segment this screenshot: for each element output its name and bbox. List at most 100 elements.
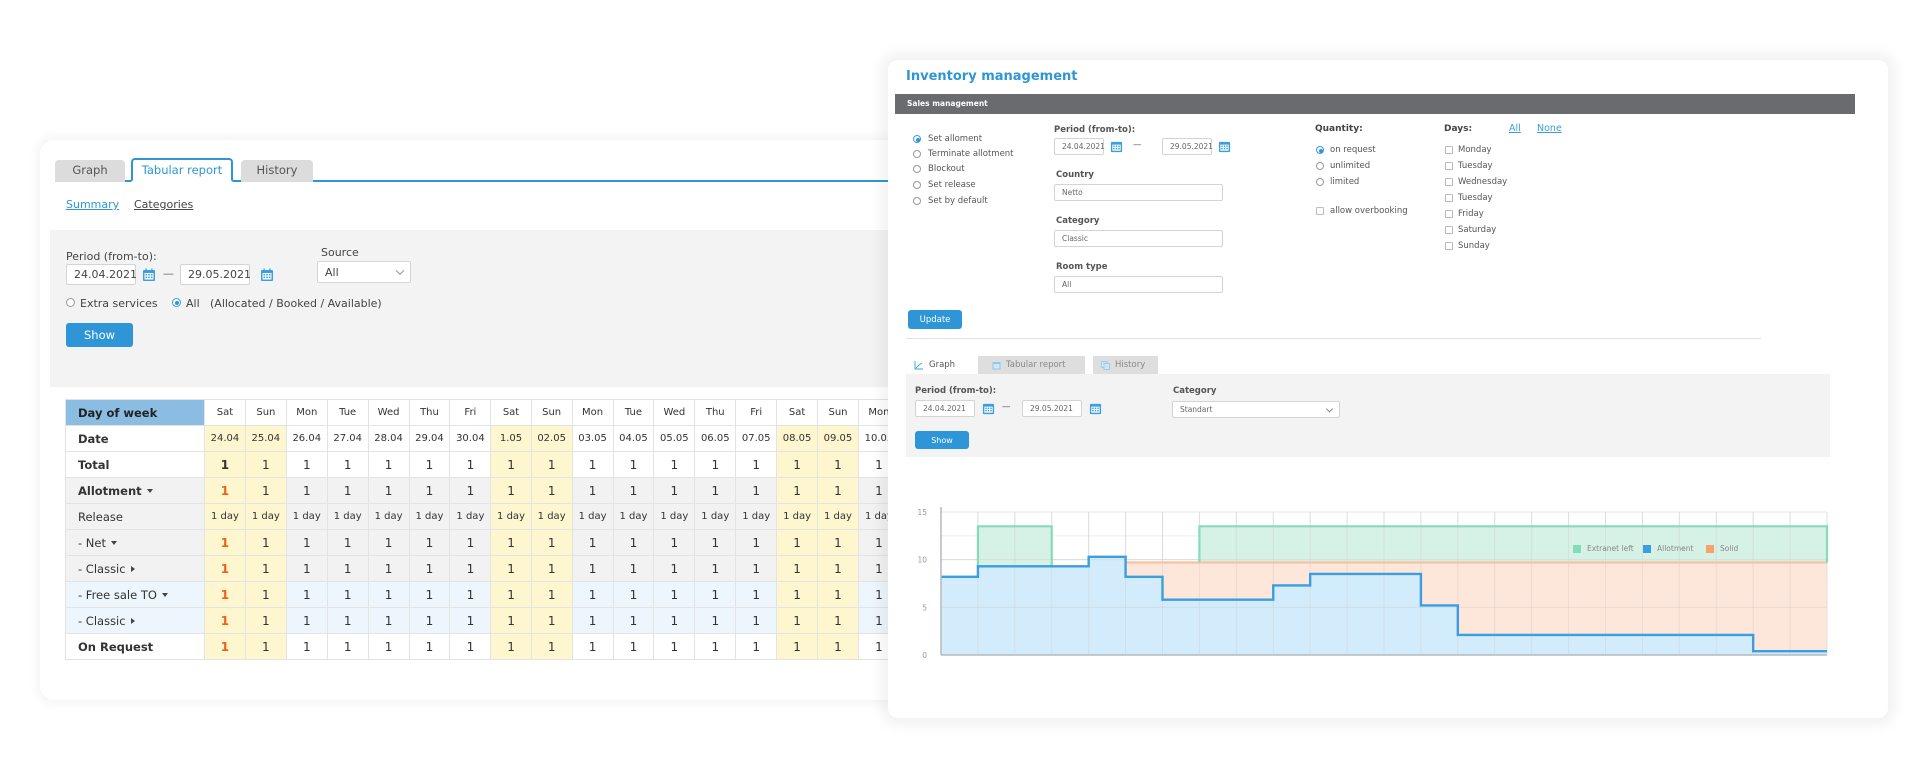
table-cell: 1 [817, 607, 859, 634]
table-cell: 27.04 [326, 425, 369, 452]
table-cell: 1 [776, 451, 819, 478]
table-row: Release 1 day 1 day 1 day 1 day 1 day 1 day 1 d… [65, 503, 900, 530]
row-label[interactable]: Allotment [65, 477, 205, 504]
table-cell: 1 [367, 633, 410, 660]
day-cell: Fri [449, 399, 492, 426]
day-cell: Wed [367, 399, 410, 426]
table-row: - Classic 1 1 1 1 1 1 1 1 1 1 1 1 1 1 1 1 1 [65, 555, 900, 582]
extranet-left-area [1420, 526, 1458, 563]
row-label-text: - Net [78, 535, 106, 550]
legend-item[interactable]: Extranet left [1573, 544, 1634, 553]
table-cell: 1 [694, 555, 737, 582]
table-cell: 05.05 [653, 425, 696, 452]
allotment-area [1236, 599, 1274, 655]
row-label-text: Allotment [78, 483, 142, 498]
table-cell: 03.05 [571, 425, 614, 452]
allotment-area [1014, 566, 1052, 655]
table-cell: 1 day [612, 503, 655, 530]
extranet-left-area [1199, 526, 1237, 563]
table-cell: 1 [612, 529, 655, 556]
row-label[interactable]: - Classic [65, 607, 205, 634]
solid-area [1347, 562, 1384, 574]
table-cell: 1 [817, 581, 859, 608]
table-cell: 1 [449, 581, 492, 608]
caret-down-icon[interactable] [146, 489, 153, 493]
table-cell: 1 [653, 581, 696, 608]
table-cell: 06.05 [694, 425, 737, 452]
legend-item[interactable]: Allotment [1643, 544, 1693, 553]
row-label[interactable]: - Classic [65, 555, 205, 582]
table-cell: 1 [326, 581, 369, 608]
caret-right-icon[interactable] [130, 566, 135, 572]
table-cell: 1 [530, 529, 573, 556]
table-cell: 1 [735, 581, 778, 608]
solid-area [1457, 562, 1495, 635]
table-cell: 1 [285, 555, 328, 582]
solid-area [1605, 562, 1643, 635]
allotment-area [1088, 556, 1126, 655]
allotment-area [1457, 634, 1495, 655]
table-cell: 1 [612, 581, 655, 608]
table-cell: 1 day [449, 503, 492, 530]
row-label-text: Release [78, 509, 123, 524]
solid-area [1310, 562, 1348, 574]
table-cell: 1 day [817, 503, 859, 530]
allotment-area [1716, 634, 1754, 655]
table-cell: 1 [612, 607, 655, 634]
table-row: - Net 1 1 1 1 1 1 1 1 1 1 1 1 1 1 1 1 1 [65, 529, 900, 556]
caret-down-icon[interactable] [161, 593, 168, 597]
table-cell: 1 [776, 555, 819, 582]
extranet-left-area [1014, 526, 1052, 567]
table-cell: 1 [571, 451, 614, 478]
solid-area [1162, 562, 1200, 600]
table-cell: 08.05 [776, 425, 819, 452]
table-cell: 1 day [326, 503, 369, 530]
table-cell: 1 [817, 451, 859, 478]
legend-item[interactable]: Solid [1706, 544, 1738, 553]
table-cell: 1 [326, 529, 369, 556]
y-tick-label: 5 [922, 603, 927, 612]
table-cell: 1 [653, 529, 696, 556]
solid-area [1568, 562, 1606, 635]
table-cell: 1 [408, 529, 451, 556]
table-cell: 1 [285, 607, 328, 634]
extranet-left-area [977, 526, 1015, 567]
table-cell: 1 [612, 633, 655, 660]
table-cell: 1 [204, 451, 246, 478]
table-header-row: Day of week Sat Sun Mon Tue Wed Thu Fri Sat Sun Mo… [65, 399, 900, 426]
table-cell: 1 [735, 451, 778, 478]
caret-right-icon[interactable] [130, 618, 135, 624]
table-cell: 1 [694, 633, 737, 660]
table-cell: 1 [694, 607, 737, 634]
table-cell: 1 [204, 529, 246, 556]
table-cell: 1 [735, 633, 778, 660]
solid-area [1716, 562, 1754, 635]
allotment-area [1642, 634, 1680, 655]
allotment-area [1199, 599, 1237, 655]
table-cell: 30.04 [449, 425, 492, 452]
row-label: Release [65, 503, 205, 530]
solid-area [1531, 562, 1569, 635]
table-cell: 1 [449, 451, 492, 478]
table-cell: 1 day [571, 503, 614, 530]
table-cell: 25.04 [244, 425, 287, 452]
table-cell: 1 [367, 581, 410, 608]
table-cell: 1 [285, 529, 328, 556]
table-cell: 1 [490, 555, 532, 582]
solid-area [1642, 562, 1680, 635]
table-cell: 1 [490, 607, 532, 634]
row-label[interactable]: - Free sale TO [65, 581, 205, 608]
table-cell: 1 day [490, 503, 532, 530]
table-clip: Day of week Sat Sun Mon Tue Wed Thu Fri Sat Sun Mo… [40, 140, 900, 700]
row-label[interactable]: - Net [65, 529, 205, 556]
table-cell: 1 [285, 477, 328, 504]
caret-down-icon[interactable] [111, 541, 117, 545]
table-cell: 1 [285, 451, 328, 478]
day-cell: Sat [490, 399, 532, 426]
y-tick-label: 15 [917, 508, 927, 517]
day-cell: Mon [285, 399, 328, 426]
table-cell: 1 [449, 477, 492, 504]
table-cell: 1 [449, 607, 492, 634]
table-cell: 1 day [204, 503, 246, 530]
legend-label: Allotment [1657, 544, 1694, 553]
